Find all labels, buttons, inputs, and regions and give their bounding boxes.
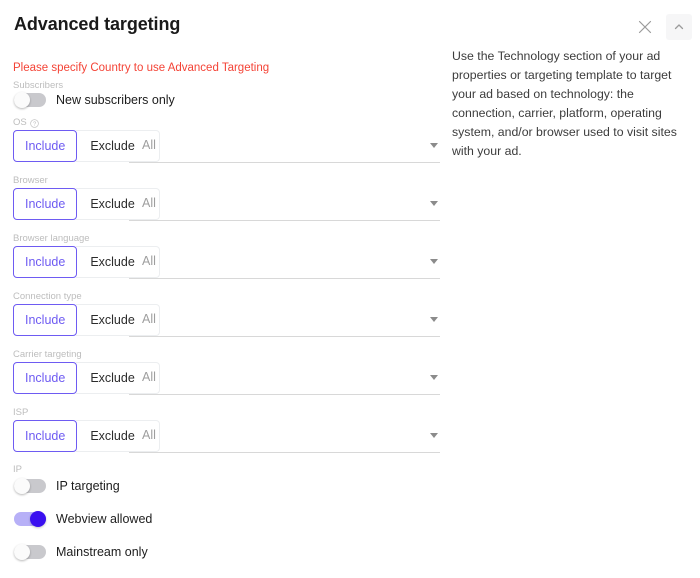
collapse-button[interactable] [666,14,692,40]
chevron-down-icon [430,201,438,206]
ip-targeting-toggle[interactable] [14,478,46,494]
field-label-text: Connection type [13,291,82,302]
mainstream-only-toggle[interactable] [14,544,46,560]
select-carrier-targeting[interactable]: All [129,362,440,395]
include-button-connection-type[interactable]: Include [13,304,78,336]
header-actions [632,14,692,40]
include-button-browser[interactable]: Include [13,188,78,220]
toggle-row-ip-targeting: IP targeting [14,477,120,495]
select-connection-type[interactable]: All [129,304,440,337]
toggle-knob [14,478,30,494]
select-value: All [142,370,156,384]
help-icon[interactable]: ? [29,118,39,128]
svg-text:?: ? [33,121,36,127]
field-label-text: OS [13,117,27,128]
new-subscribers-toggle-label: New subscribers only [56,93,175,107]
targeting-row-isp: Include Exclude All [13,420,440,453]
page-title: Advanced targeting [14,14,181,34]
help-panel: Use the Technology section of your ad pr… [452,47,684,161]
include-button-os[interactable]: Include [13,130,78,162]
field-label-isp: ISP [13,407,28,419]
field-label-browser: Browser [13,175,48,187]
close-icon [638,20,652,34]
new-subscribers-toggle[interactable] [14,92,46,108]
chevron-down-icon [430,259,438,264]
field-label-text: ISP [13,407,29,418]
select-value: All [142,138,156,152]
include-button-isp[interactable]: Include [13,420,78,452]
field-label-text: Browser [13,175,48,186]
error-message: Please specify Country to use Advanced T… [13,62,270,74]
toggle-row-new-subscribers: New subscribers only [14,91,175,109]
toggle-row-mainstream-only: Mainstream only [14,543,148,561]
field-label-ip: IP [13,464,22,476]
targeting-row-browser-language: Include Exclude All [13,246,440,279]
field-label-text: Carrier targeting [13,349,82,360]
webview-allowed-toggle[interactable] [14,511,46,527]
select-isp[interactable]: All [129,420,440,453]
toggle-knob [14,544,30,560]
chevron-up-icon [673,21,685,33]
field-label-os: OS ? [13,117,39,129]
select-browser[interactable]: All [129,188,440,221]
field-label-connection-type: Connection type [13,291,82,303]
select-value: All [142,196,156,210]
ip-targeting-toggle-label: IP targeting [56,479,120,493]
toggle-row-webview-allowed: Webview allowed [14,510,152,528]
chevron-down-icon [430,317,438,322]
select-value: All [142,312,156,326]
select-value: All [142,254,156,268]
select-browser-language[interactable]: All [129,246,440,279]
include-button-carrier-targeting[interactable]: Include [13,362,78,394]
targeting-row-os: Include Exclude All [13,130,440,163]
chevron-down-icon [430,375,438,380]
field-label-browser-language: Browser language [13,233,90,245]
close-button[interactable] [632,14,658,40]
targeting-row-browser: Include Exclude All [13,188,440,221]
select-value: All [142,428,156,442]
help-text: Use the Technology section of your ad pr… [452,49,677,158]
mainstream-only-toggle-label: Mainstream only [56,545,148,559]
webview-allowed-toggle-label: Webview allowed [56,512,153,526]
toggle-knob [30,511,46,527]
targeting-row-connection-type: Include Exclude All [13,304,440,337]
select-os[interactable]: All [129,130,440,163]
panel-header: Advanced targeting [0,0,700,48]
include-button-browser-language[interactable]: Include [13,246,78,278]
chevron-down-icon [430,433,438,438]
toggle-knob [14,92,30,108]
targeting-row-carrier-targeting: Include Exclude All [13,362,440,395]
field-label-text: IP [13,464,22,475]
chevron-down-icon [430,143,438,148]
field-label-carrier-targeting: Carrier targeting [13,349,82,361]
field-label-text: Browser language [13,233,90,244]
